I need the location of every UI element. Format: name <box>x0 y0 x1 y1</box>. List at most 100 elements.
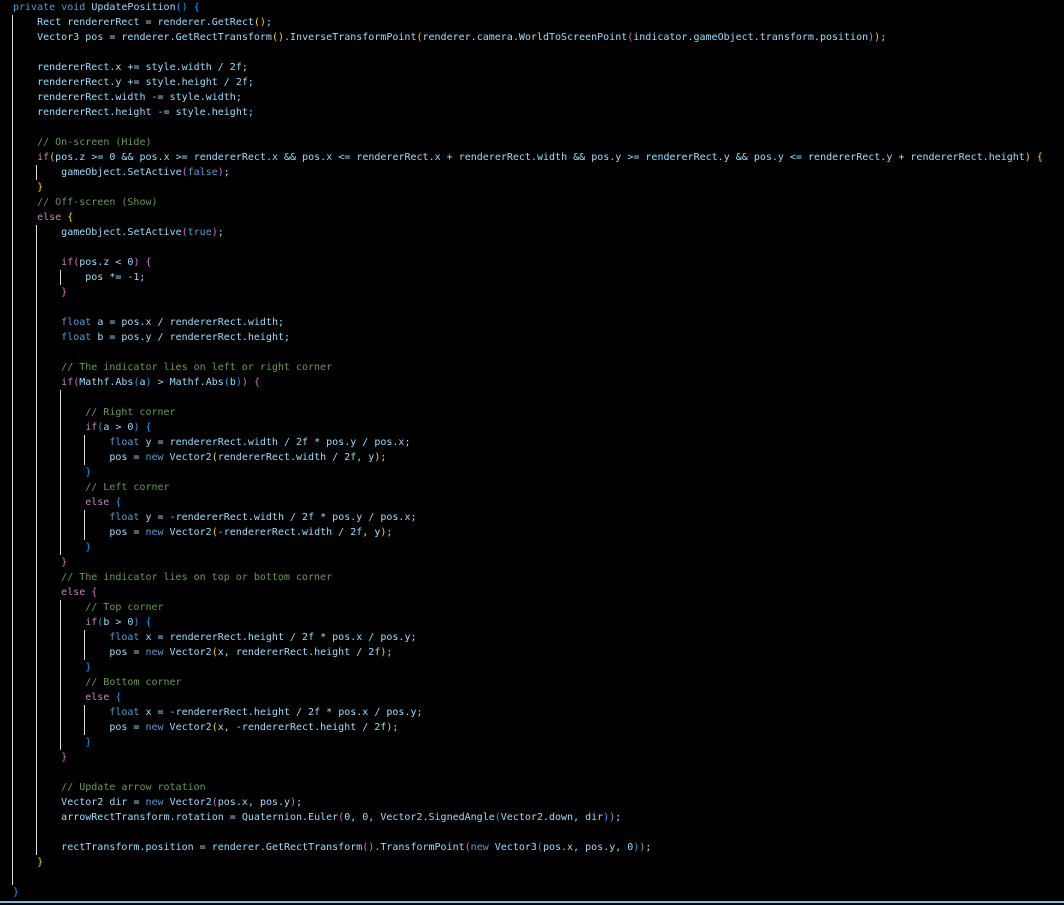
bracket-token: } <box>37 182 44 193</box>
identifier-token: pos <box>302 152 321 163</box>
identifier-token: arrowRectTransform <box>61 812 170 823</box>
indent-guide <box>36 555 37 570</box>
code-line: } <box>0 555 1064 570</box>
code-token: = <box>103 317 122 328</box>
code-token: ; <box>217 227 224 238</box>
identifier-token: style <box>175 107 206 118</box>
code-line: if(a > 0) { <box>0 420 1064 435</box>
identifier-token: height <box>253 707 290 718</box>
code-token: = <box>151 437 170 448</box>
identifier-token: rendererRect <box>37 92 110 103</box>
identifier-token: pos <box>109 722 128 733</box>
code-token: , <box>573 812 586 823</box>
code-line <box>0 120 1064 135</box>
indent-guide <box>12 675 13 690</box>
code-token: / 2 <box>277 437 303 448</box>
comment-token: // Right corner <box>85 407 176 418</box>
indent-guide <box>12 750 13 765</box>
identifier-token: style <box>145 77 176 88</box>
code-editor[interactable]: private void UpdatePosition() { Rect ren… <box>0 0 1064 901</box>
indent-guide <box>12 465 13 480</box>
keyword-token: private <box>13 2 56 13</box>
identifier-token: width <box>181 62 212 73</box>
indent-guide <box>60 390 61 405</box>
indent-guide <box>84 630 85 645</box>
code-token: + <box>440 152 459 163</box>
indent-guide <box>12 855 13 870</box>
identifier-token: rendererRect <box>175 707 248 718</box>
identifier-token: pos <box>259 797 278 808</box>
comment-token: // Left corner <box>85 482 170 493</box>
indent-guide <box>12 705 13 720</box>
code-token: > <box>151 377 170 388</box>
indent-guide <box>36 435 37 450</box>
identifier-token: width <box>536 152 568 163</box>
indent-guide <box>36 660 37 675</box>
indent-guide <box>36 405 37 420</box>
control-keyword-token: if <box>85 617 98 628</box>
indent-guide <box>36 795 37 810</box>
keyword-token: new <box>470 842 489 853</box>
identifier-token: gameObject <box>693 32 754 43</box>
code-token: * <box>314 512 333 523</box>
identifier-token: down <box>548 812 574 823</box>
code-line: else { <box>0 210 1064 225</box>
identifier-token: rendererRect <box>223 527 297 538</box>
code-line: // Right corner <box>0 405 1064 420</box>
code-token: , <box>573 842 586 853</box>
comment-token: // Bottom corner <box>85 677 182 688</box>
indent-guide <box>60 525 61 540</box>
code-line: rendererRect.y += style.height / 2f; <box>0 75 1064 90</box>
indent-guide <box>36 525 37 540</box>
code-line: // The indicator lies on top or bottom c… <box>0 570 1064 585</box>
indent-guide <box>12 285 13 300</box>
code-line: else { <box>0 690 1064 705</box>
identifier-token: pos <box>55 152 74 163</box>
identifier-token: pos <box>121 317 140 328</box>
indent-guide <box>12 615 13 630</box>
indent-guide <box>60 705 61 720</box>
code-token: / <box>151 317 170 328</box>
code-token: = <box>103 332 122 343</box>
code-token: , <box>223 647 236 658</box>
code-token: * <box>308 437 327 448</box>
indent-guide <box>36 315 37 330</box>
code-token: && <box>729 152 754 163</box>
identifier-token: renderer <box>157 17 206 28</box>
indent-guide <box>12 345 13 360</box>
indent-guide <box>36 510 37 525</box>
indent-guide <box>12 645 13 660</box>
identifier-token: dir <box>585 812 604 823</box>
comment-token: // The indicator lies on top or bottom c… <box>61 572 333 583</box>
identifier-token: pos <box>753 152 772 163</box>
code-token: = - <box>151 707 176 718</box>
keyword-token: new <box>145 722 164 733</box>
comment-token: // On-screen (Hide) <box>37 137 152 148</box>
identifier-token: camera <box>476 32 513 43</box>
bracket-token: } <box>61 557 68 568</box>
indent-guide <box>12 150 13 165</box>
code-token: ; <box>380 452 387 463</box>
indent-guide <box>12 870 13 885</box>
code-token: ; <box>235 92 242 103</box>
bracket-token: { <box>145 617 152 628</box>
code-token: / 2 <box>283 632 309 643</box>
code-line: float b = pos.y / rendererRect.height; <box>0 330 1064 345</box>
code-line: // Left corner <box>0 480 1064 495</box>
